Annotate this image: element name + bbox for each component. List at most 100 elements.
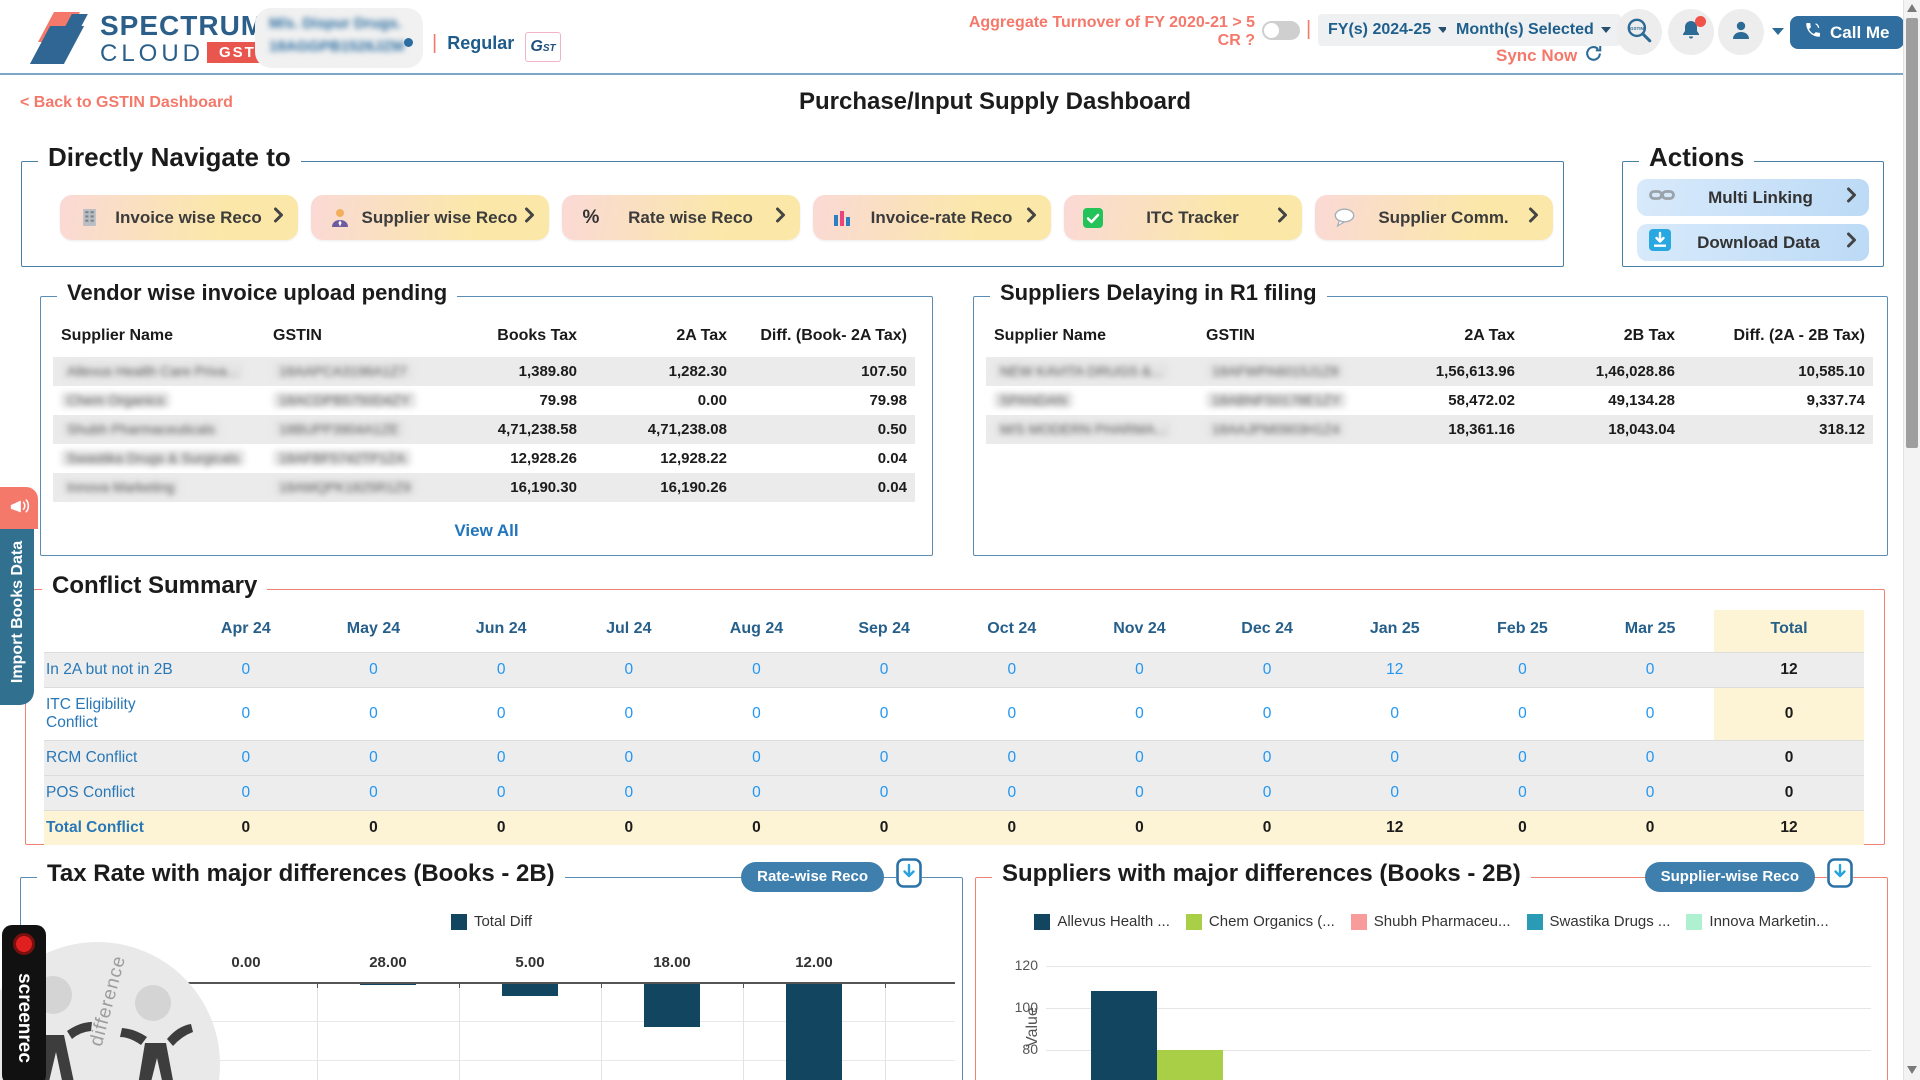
month-header: May 24 [310,610,438,653]
conflict-value-link[interactable]: 0 [369,661,378,678]
conflict-value-link[interactable]: 0 [1390,784,1399,801]
conflict-value-link[interactable]: 0 [1135,749,1144,766]
conflict-value-link[interactable]: 0 [497,661,506,678]
company-gstin: 18AGGPB1526JZM [269,38,409,55]
conflict-value-link[interactable]: 0 [624,705,633,722]
conflict-value-link[interactable]: 0 [880,661,889,678]
download-data-button[interactable]: Download Data [1637,224,1869,261]
call-me-button[interactable]: Call Me [1790,16,1904,49]
export-icon[interactable] [896,858,922,893]
view-all-link[interactable]: View All [41,521,932,541]
conflict-value-link[interactable]: 0 [497,749,506,766]
conflict-value-link[interactable]: 0 [497,784,506,801]
conflict-value-link[interactable]: 0 [369,749,378,766]
conflict-value-link[interactable]: 0 [1263,784,1272,801]
user-menu-button[interactable] [1718,9,1764,55]
conflict-value-link[interactable]: 0 [752,784,761,801]
phone-icon [1804,21,1822,44]
conflict-value-link[interactable]: 0 [242,661,251,678]
navigate-button-invoice-rate-reco[interactable]: Invoice-rate Reco [813,195,1051,240]
navigate-button-rate-wise-reco[interactable]: %Rate wise Reco [562,195,800,240]
table-row: SPANDAN18ABNFS0178E1ZY58,472.0249,134.28… [986,386,1873,415]
navigate-button-itc-tracker[interactable]: ITC Tracker [1064,195,1302,240]
conflict-value-link[interactable]: 0 [1263,661,1272,678]
month-selector-dropdown[interactable]: Month(s) Selected [1446,14,1621,46]
conflict-value-link[interactable]: 0 [497,705,506,722]
chevron-right-icon [273,207,284,228]
back-to-gstin-dashboard-link[interactable]: < Back to GSTIN Dashboard [20,94,233,112]
spectrum-logo-icon [40,10,92,66]
section-title: Conflict Summary [42,572,267,600]
rate-wise-reco-button[interactable]: Rate-wise Reco [741,862,884,892]
conflict-value-link[interactable]: 0 [752,749,761,766]
conflict-value-link[interactable]: 0 [1390,705,1399,722]
announcements-tab[interactable] [0,487,38,529]
suppliers-chart-section: Suppliers with major differences (Books … [975,877,1888,1080]
conflict-value-link[interactable]: 12 [1386,661,1403,678]
conflict-value-link[interactable]: 0 [242,749,251,766]
user-menu-caret-icon[interactable] [1772,28,1784,35]
conflict-value-link[interactable]: 0 [624,749,633,766]
conflict-value-link[interactable]: 0 [1518,705,1527,722]
notifications-button[interactable] [1668,9,1714,55]
conflict-value-link[interactable]: 0 [1646,749,1655,766]
navigate-button-supplier-wise-reco[interactable]: Supplier wise Reco [311,195,549,240]
conflict-value-link[interactable]: 0 [1518,784,1527,801]
multi-linking-button[interactable]: Multi Linking [1637,179,1869,216]
conflict-value-link[interactable]: 0 [1135,784,1144,801]
conflict-row: Total Conflict000000000120012 [44,811,1864,846]
conflict-value-link[interactable]: 0 [1390,749,1399,766]
conflict-value-link[interactable]: 0 [880,705,889,722]
conflict-value-link[interactable]: 0 [752,705,761,722]
user-icon [1729,18,1753,47]
conflict-row: ITC Eligibility Conflict0000000000000 [44,688,1864,741]
conflict-value-link[interactable]: 0 [752,661,761,678]
section-title: Vendor wise invoice upload pending [57,280,457,306]
conflict-value-link[interactable]: 0 [1007,661,1016,678]
conflict-value-link[interactable]: 0 [1263,749,1272,766]
regular-label: Regular [447,33,514,54]
vertical-scrollbar[interactable] [1903,0,1920,1080]
conflict-value-link[interactable]: 0 [1007,784,1016,801]
chevron-right-icon [524,207,535,228]
conflict-value-link[interactable]: 0 [369,784,378,801]
conflict-value-link[interactable]: 0 [1646,705,1655,722]
scrollbar-thumb[interactable] [1906,18,1918,448]
conflict-value-link[interactable]: 0 [1263,705,1272,722]
scroll-up-icon[interactable] [1907,4,1917,12]
conflict-value-link[interactable]: 0 [1518,749,1527,766]
conflict-value-link[interactable]: 0 [1646,784,1655,801]
record-icon [13,933,35,955]
conflict-value-link[interactable]: 0 [1007,749,1016,766]
supplier-wise-reco-button[interactable]: Supplier-wise Reco [1645,862,1815,892]
conflict-value-link[interactable]: 0 [880,784,889,801]
conflict-value-link[interactable]: 0 [369,705,378,722]
column-header: 2A Tax [585,319,735,357]
sync-now-button[interactable]: Sync Now [1496,44,1603,68]
navigate-button-supplier-comm-[interactable]: Supplier Comm. [1315,195,1553,240]
conflict-value-link[interactable]: 0 [880,749,889,766]
conflict-value-link[interactable]: 0 [242,705,251,722]
fy-selector-dropdown[interactable]: FY(s) 2024-25 [1318,14,1458,46]
conflict-value-link[interactable]: 0 [1007,705,1016,722]
screen-recorder-widget[interactable]: screenrec [2,925,46,1080]
brand-word2: CLOUD [100,40,204,68]
conflict-row-total: 12 [1714,811,1864,846]
bar [502,984,558,996]
table-row: Shubh Pharmaceuticals18BUPP3904A1ZE4,71,… [53,415,915,444]
bar [1091,991,1157,1080]
export-icon[interactable] [1827,858,1853,893]
conflict-value-link[interactable]: 0 [1646,661,1655,678]
conflict-value-link[interactable]: 0 [1518,661,1527,678]
scroll-down-icon[interactable] [1907,1066,1917,1074]
navigate-button-invoice-wise-reco[interactable]: Invoice wise Reco [60,195,298,240]
turnover-toggle[interactable] [1262,21,1300,40]
conflict-value-link[interactable]: 0 [624,784,633,801]
gstin-search-button[interactable]: GSTIN [1616,9,1662,55]
bar [644,984,700,1027]
conflict-value-link[interactable]: 0 [1135,705,1144,722]
conflict-value-link[interactable]: 0 [242,784,251,801]
conflict-value-link[interactable]: 0 [1135,661,1144,678]
import-books-data-tab[interactable]: Import Books Data [0,529,34,705]
conflict-value-link[interactable]: 0 [624,661,633,678]
